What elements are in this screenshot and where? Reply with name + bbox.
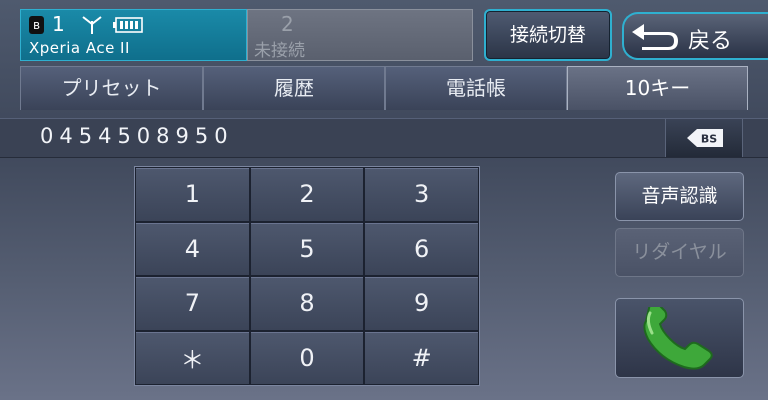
back-button[interactable]: 戻る [622,12,768,60]
device-1-name: Xperia Ace II [29,39,130,57]
key-7[interactable]: 7 [135,276,250,331]
backspace-label: BS [701,133,717,146]
phone-call-icon [643,307,713,370]
device-1-number: 1 [52,12,65,36]
tab-phonebook[interactable]: 電話帳 [385,66,567,110]
device-2-slot[interactable]: 2 未接続 [247,9,473,61]
key-8[interactable]: 8 [249,276,365,331]
number-display: 0454508950 BS [0,118,768,158]
bluetooth-icon: ʙ [29,16,44,34]
voice-recognition-button[interactable]: 音声認識 [615,172,744,221]
antenna-icon [82,16,102,34]
key-star[interactable]: ＊ [135,330,250,385]
redial-button[interactable]: リダイヤル [615,228,744,277]
battery-icon [113,17,143,33]
key-hash[interactable]: # [364,330,479,385]
tab-history[interactable]: 履歴 [203,66,385,110]
device-2-number: 2 [281,12,294,36]
dialed-number: 0454508950 [40,124,234,148]
tab-bar: プリセット 履歴 電話帳 10キー [20,66,748,110]
back-arrow-icon [632,24,678,50]
key-0[interactable]: 0 [249,330,365,385]
key-1[interactable]: 1 [135,167,250,222]
call-button[interactable] [615,298,744,378]
key-5[interactable]: 5 [249,221,365,276]
backspace-icon: BS [687,129,723,147]
tab-preset[interactable]: プリセット [20,66,203,110]
key-3[interactable]: 3 [364,167,479,222]
backspace-button[interactable]: BS [665,119,743,157]
key-9[interactable]: 9 [364,276,479,331]
tab-10key[interactable]: 10キー [567,66,748,110]
back-label: 戻る [688,29,733,54]
switch-connection-button[interactable]: 接続切替 [484,9,612,61]
key-2[interactable]: 2 [249,167,365,222]
device-2-status: 未接続 [254,41,305,61]
key-4[interactable]: 4 [135,221,250,276]
device-1-slot[interactable]: ʙ 1 Xperia Ace II [20,9,247,61]
key-6[interactable]: 6 [364,221,479,276]
keypad: 1 2 3 4 5 6 7 8 9 ＊ 0 # [134,166,480,386]
